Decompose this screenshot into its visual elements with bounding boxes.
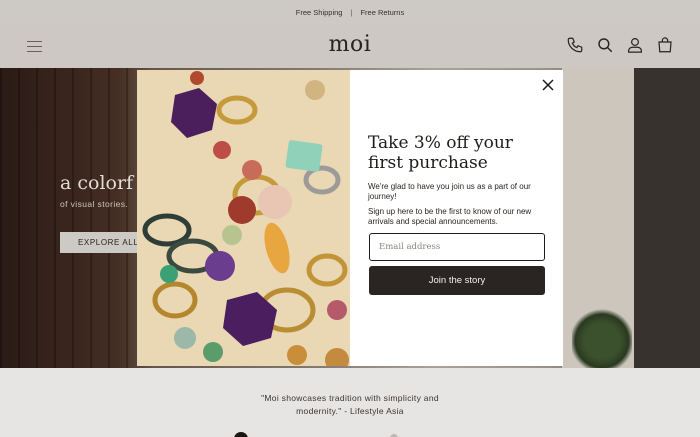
join-the-story-button[interactable]: Join the story	[369, 266, 545, 295]
email-field[interactable]	[369, 233, 545, 261]
modal-welcome-text: We're glad to have you join us as a part…	[368, 182, 531, 201]
close-icon[interactable]	[541, 78, 555, 92]
modal-title: Take 3% off your first purchase	[368, 133, 513, 173]
signup-form-panel: Take 3% off your first purchase We're gl…	[350, 70, 563, 366]
signup-modal: Take 3% off your first purchase We're gl…	[137, 70, 563, 366]
jewelry-image	[137, 70, 350, 366]
modal-signup-text: Sign up here to be the first to know of …	[368, 207, 532, 226]
